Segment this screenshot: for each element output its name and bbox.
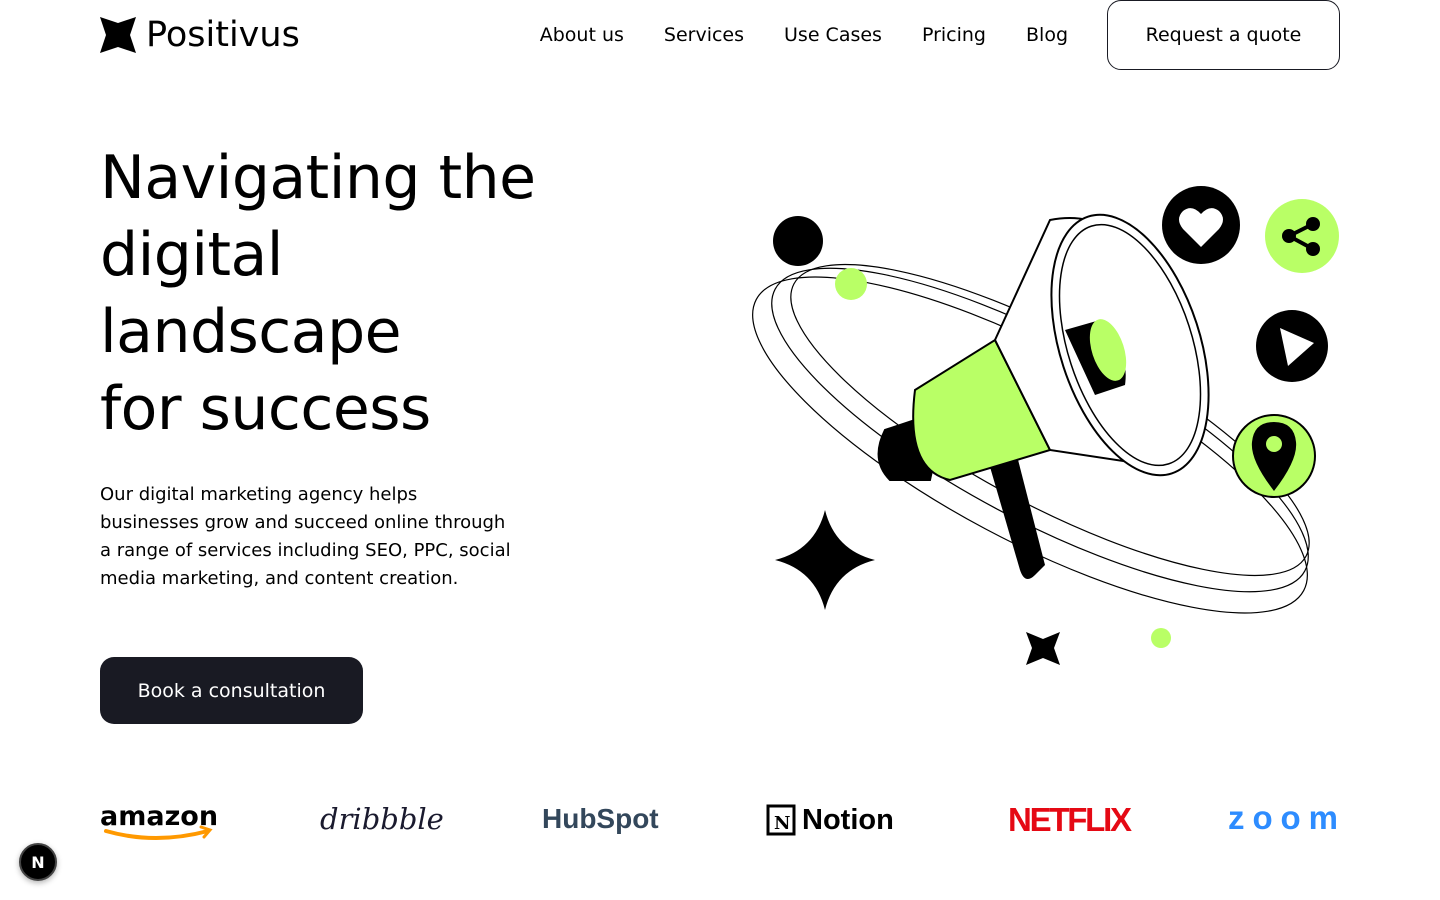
hubspot-logo: HubSpot [542, 795, 672, 845]
svg-text:N: N [774, 813, 790, 834]
dribbble-logo: dribbble [320, 795, 446, 845]
nav-services[interactable]: Services [664, 22, 744, 48]
svg-text:HubSpot: HubSpot [542, 803, 659, 834]
black-dot [773, 216, 823, 266]
svg-text:NETFLIX: NETFLIX [1008, 801, 1132, 838]
sparkle-icon [1026, 632, 1060, 665]
zoom-logo: zoom [1228, 795, 1340, 845]
sparkle-icon [775, 510, 875, 610]
site-header: Positivus About us Services Use Cases Pr… [100, 0, 1340, 70]
hero-title: Navigating the digital landscape for suc… [100, 140, 660, 448]
nav-about-us[interactable]: About us [540, 22, 624, 48]
request-quote-button[interactable]: Request a quote [1107, 0, 1340, 70]
play-icon [1256, 310, 1328, 382]
svg-text:zoom: zoom [1228, 799, 1338, 836]
brand-logo[interactable]: Positivus [100, 16, 300, 54]
client-logos: amazon dribbble HubSpot N Notion NETFLIX… [100, 795, 1340, 845]
book-consultation-button[interactable]: Book a consultation [100, 657, 363, 724]
nav-blog[interactable]: Blog [1026, 22, 1068, 48]
notion-logo: N Notion [766, 795, 914, 845]
hero-title-line: digital [100, 220, 283, 290]
svg-text:dribbble: dribbble [320, 802, 444, 836]
nav-use-cases[interactable]: Use Cases [784, 22, 882, 48]
logo-star-icon [100, 17, 136, 53]
amazon-logo: amazon [100, 795, 224, 845]
netflix-logo: NETFLIX [1008, 795, 1134, 845]
heart-icon [1162, 186, 1240, 264]
brand-name: Positivus [146, 15, 300, 55]
hero-description: Our digital marketing agency helps busin… [100, 484, 511, 589]
hero-title-line: for success [100, 374, 431, 444]
hero-illustration [752, 186, 1339, 665]
dev-tools-badge[interactable]: N [19, 843, 57, 881]
hero-title-line: Navigating the [100, 143, 536, 213]
notion-wordmark: Notion [802, 803, 894, 836]
share-icon [1265, 199, 1339, 273]
green-dot-small [1151, 628, 1171, 648]
green-dot [835, 268, 867, 300]
main-nav: About us Services Use Cases Pricing Blog [540, 22, 1068, 48]
hero-title-line: landscape [100, 297, 402, 367]
location-pin-icon [1232, 414, 1316, 498]
nav-pricing[interactable]: Pricing [922, 22, 986, 48]
